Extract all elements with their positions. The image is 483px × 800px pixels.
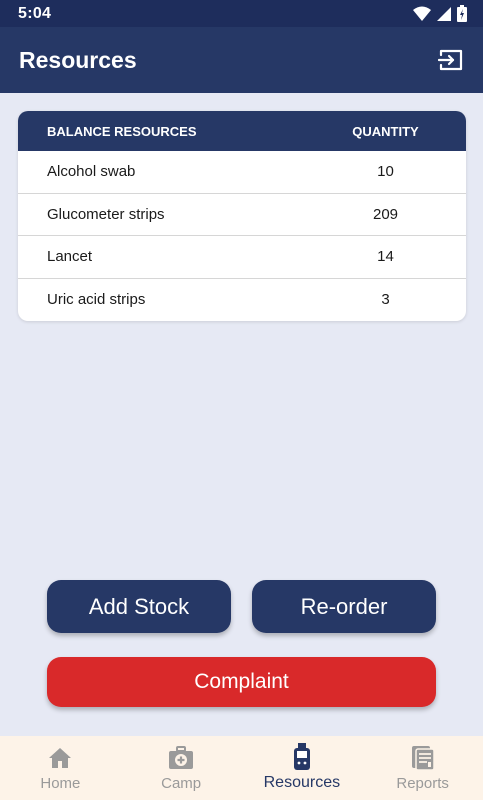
table-row: Uric acid strips 3 — [18, 279, 466, 322]
nav-item-home[interactable]: Home — [0, 736, 121, 800]
reorder-button[interactable]: Re-order — [252, 580, 436, 633]
wifi-icon — [413, 6, 431, 21]
complaint-button[interactable]: Complaint — [47, 657, 436, 707]
resource-name: Alcohol swab — [47, 163, 136, 181]
resources-table: BALANCE RESOURCES QUANTITY Alcohol swab … — [18, 111, 466, 321]
resource-quantity: 14 — [377, 248, 394, 266]
report-icon — [410, 745, 436, 771]
add-stock-button[interactable]: Add Stock — [47, 580, 231, 633]
resource-quantity: 209 — [372, 205, 399, 223]
table-row: Lancet 14 — [18, 236, 466, 279]
header-quantity: QUANTITY — [352, 123, 419, 139]
resource-quantity: 3 — [381, 291, 390, 309]
status-time: 5:04 — [18, 4, 52, 22]
nav-label-reports: Reports — [396, 774, 449, 792]
resource-name: Uric acid strips — [47, 291, 146, 309]
glucometer-icon — [289, 743, 315, 770]
home-icon — [47, 745, 73, 771]
medical-kit-icon — [168, 745, 194, 771]
resource-quantity: 10 — [377, 163, 394, 181]
bottom-nav: Home Camp Resources Reports — [0, 736, 483, 800]
table-row: Alcohol swab 10 — [18, 151, 466, 194]
status-bar: 5:04 — [0, 0, 483, 27]
nav-item-reports[interactable]: Reports — [362, 736, 483, 800]
signal-icon — [437, 6, 451, 21]
page-title: Resources — [19, 46, 137, 73]
app-bar: Resources — [0, 27, 483, 93]
header-balance-resources: BALANCE RESOURCES — [47, 123, 197, 139]
status-icons — [413, 5, 467, 22]
nav-label-camp: Camp — [161, 774, 202, 792]
nav-label-resources: Resources — [263, 774, 341, 791]
nav-item-resources[interactable]: Resources — [242, 736, 363, 800]
nav-label-home: Home — [40, 774, 81, 792]
nav-item-camp[interactable]: Camp — [121, 736, 242, 800]
resource-name: Glucometer strips — [47, 205, 165, 223]
resource-name: Lancet — [47, 248, 93, 266]
table-row: Glucometer strips 209 — [18, 194, 466, 236]
battery-icon — [457, 5, 467, 22]
table-header: BALANCE RESOURCES QUANTITY — [18, 111, 466, 151]
logout-button[interactable] — [435, 44, 467, 76]
logout-icon — [438, 49, 463, 71]
